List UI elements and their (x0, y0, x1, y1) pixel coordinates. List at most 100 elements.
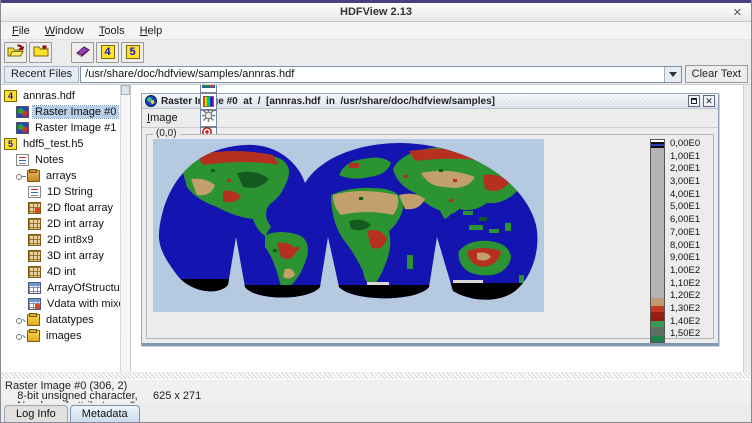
window-close-icon[interactable]: ✕ (733, 7, 742, 19)
tree-item-2d-float-array[interactable]: 2D float array (1, 200, 130, 216)
tree-item-label: Notes (33, 154, 66, 166)
tree-item-label: Raster Image #1 (33, 122, 118, 134)
tree-item-label: Raster Image #0 (33, 106, 118, 118)
palette-tick-label: 5,00E1 (670, 202, 710, 212)
table-icon (28, 282, 41, 294)
tree-item-4d-int[interactable]: 4D int (1, 264, 130, 280)
hdf5-library-button[interactable]: 5 (121, 42, 144, 63)
recent-files-bar: Recent Files /usr/share/doc/hdfview/samp… (1, 64, 751, 85)
hdf5-file-icon: 5 (4, 138, 17, 150)
tab-metadata[interactable]: Metadata (70, 405, 140, 422)
tree-scrollbar-button[interactable] (121, 85, 130, 95)
help-button[interactable] (71, 42, 94, 63)
tree-item-label: 3D int array (45, 250, 106, 262)
expand-handle-icon[interactable] (16, 331, 26, 341)
dataset-icon (28, 266, 41, 278)
menu-window[interactable]: Window (38, 23, 92, 39)
open-file-button[interactable] (4, 42, 27, 63)
dataset-icon (28, 250, 41, 262)
palette-tick-label: 1,30E2 (670, 304, 710, 314)
chevron-down-icon (669, 72, 677, 77)
table-red-icon (28, 298, 41, 310)
tree-item-notes[interactable]: Notes (1, 152, 130, 168)
closed-folder-icon (33, 44, 49, 61)
palette-tick-label: 4,00E1 (670, 190, 710, 200)
window-title: HDFView 2.13 (340, 6, 412, 18)
title-bar[interactable]: HDFView 2.13 ✕ (1, 0, 751, 22)
tree-item-raster-image-1[interactable]: Raster Image #1 (1, 120, 130, 136)
tree-item-label: images (44, 330, 83, 342)
palette-tick-label: 2,00E1 (670, 164, 710, 174)
tree-item-label: 2D int array (45, 218, 106, 230)
expand-handle-icon[interactable] (16, 315, 26, 325)
palette-button[interactable] (200, 93, 217, 110)
tree-item-label: 1D String (45, 186, 95, 198)
frame-maximize-button[interactable] (688, 95, 700, 107)
hdf4-library-button[interactable]: 4 (96, 42, 119, 63)
close-file-button[interactable] (29, 42, 52, 63)
palette-tick-label: 1,00E2 (670, 266, 710, 276)
palette-tick-label: 1,50E2 (670, 329, 710, 339)
menu-bar: FileWindowToolsHelp (1, 22, 751, 40)
palette-tick-label: 3,00E1 (670, 177, 710, 187)
image-menu[interactable]: Image (147, 112, 178, 124)
frame-close-button[interactable]: ✕ (703, 95, 715, 107)
tree-item-1d-string[interactable]: 1D String (1, 184, 130, 200)
raster-map-image[interactable] (153, 139, 544, 312)
open-folder-icon (7, 44, 24, 61)
palette-tick-label: 9,00E1 (670, 253, 710, 263)
hdf4-file-icon: 4 (4, 90, 17, 102)
pixel-coordinates-label: (0,0) (153, 128, 180, 139)
file-path-combo[interactable]: /usr/share/doc/hdfview/samples/annras.hd… (80, 66, 682, 83)
bottom-tabs-bar: Log InfoMetadata (1, 403, 751, 422)
tree-item-hdf5-test-h5[interactable]: 5hdf5_test.h5 (1, 136, 130, 152)
frame-title-bar[interactable]: Raster Image #0 at / [annras.hdf in /usr… (142, 94, 718, 109)
folder-closed-icon (27, 330, 40, 342)
palette-tick-label: 6,00E1 (670, 215, 710, 225)
tree-item-2d-int8x9[interactable]: 2D int8x9 (1, 232, 130, 248)
menu-tools[interactable]: Tools (92, 23, 133, 39)
hdf5-icon: 5 (126, 45, 140, 59)
raster-image-frame[interactable]: Raster Image #0 at / [annras.hdf in /usr… (141, 93, 719, 346)
tree-item-2d-int-array[interactable]: 2D int array (1, 216, 130, 232)
menu-file[interactable]: File (5, 23, 38, 39)
folder-closed-icon (27, 314, 40, 326)
desktop-scrollbar[interactable] (743, 85, 751, 372)
text-dataset-icon (16, 154, 29, 166)
tree-item-label: ArrayOfStructures (45, 282, 131, 294)
tree-item-datatypes[interactable]: datatypes (1, 312, 130, 328)
tab-log-info[interactable]: Log Info (4, 405, 68, 422)
tree-item-annras-hdf[interactable]: 4annras.hdf (1, 88, 130, 104)
palette-tick-label: 1,00E1 (670, 152, 710, 162)
clear-text-button[interactable]: Clear Text (685, 65, 748, 83)
file-path-value[interactable]: /usr/share/doc/hdfview/samples/annras.hd… (81, 68, 664, 80)
palette-tick-label: 8,00E1 (670, 241, 710, 251)
object-tree: 4annras.hdf Raster Image #0 Raster Image #… (1, 85, 130, 344)
tree-item-label: datatypes (44, 314, 96, 326)
tree-item-vdata-with-mixed-type[interactable]: Vdata with mixed type (1, 296, 130, 312)
palette-legend: 0,00E01,00E12,00E13,00E14,00E15,00E16,00… (650, 139, 710, 345)
image-toolbar: Image (142, 109, 718, 128)
tree-item-raster-image-0[interactable]: Raster Image #0 (1, 104, 130, 120)
tree-item-3d-int-array[interactable]: 3D int array (1, 248, 130, 264)
histogram-button[interactable] (200, 85, 217, 93)
metadata-status-panel: Raster Image #0 (306, 2) 8-bit unsigned … (1, 379, 751, 403)
frame-title: Raster Image #0 at / [annras.hdf in /usr… (161, 96, 685, 107)
folder-open-icon (27, 170, 40, 182)
brightness-button[interactable] (200, 110, 217, 127)
tree-item-label: 2D int8x9 (45, 234, 95, 246)
tree-item-label: 2D float array (45, 202, 115, 214)
palette-icon (203, 96, 214, 107)
combo-dropdown-button[interactable] (664, 67, 681, 82)
palette-tick-label: 7,00E1 (670, 228, 710, 238)
tree-item-arrayofstructures[interactable]: ArrayOfStructures (1, 280, 130, 296)
collapse-handle-icon[interactable] (16, 171, 26, 181)
menu-help[interactable]: Help (133, 23, 171, 39)
tree-scrollbar[interactable] (120, 85, 130, 372)
brightness-icon (202, 109, 215, 127)
palette-tick-labels: 0,00E01,00E12,00E13,00E14,00E15,00E16,00… (670, 139, 710, 339)
maximize-icon (691, 98, 697, 104)
raster-image-icon (16, 122, 29, 134)
tree-item-images[interactable]: images (1, 328, 130, 344)
tree-item-arrays[interactable]: arrays (1, 168, 130, 184)
